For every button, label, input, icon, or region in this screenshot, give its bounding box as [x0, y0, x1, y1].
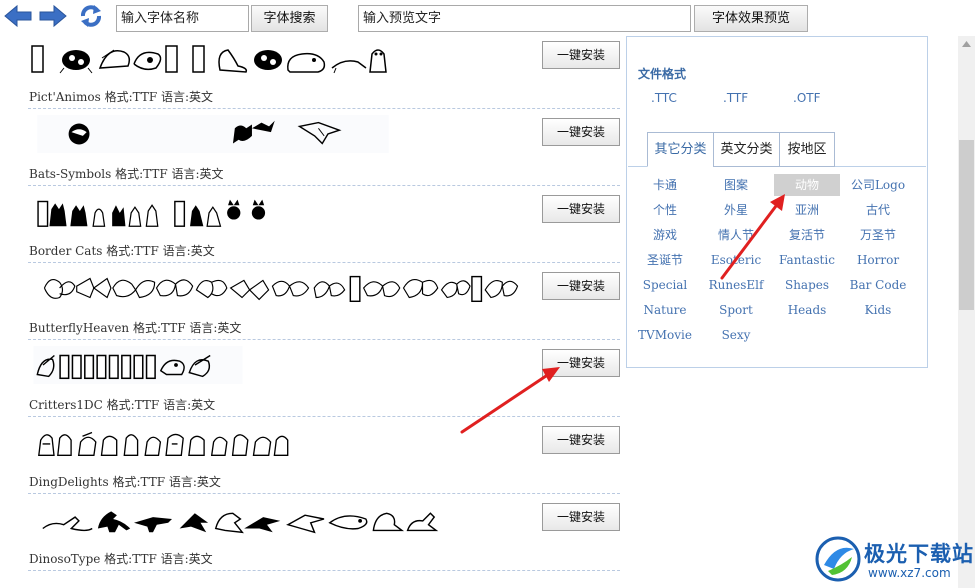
- tab-other-category[interactable]: 其它分类: [647, 132, 714, 167]
- font-name-input[interactable]: 输入字体名称: [116, 5, 249, 32]
- font-caption: ButterflyHeaven 格式:TTF 语言:英文: [29, 321, 242, 335]
- font-row: 一键安装 Critters1DC 格式:TTF 语言:英文: [28, 344, 620, 421]
- toolbar: 输入字体名称 字体搜索 输入预览文字 字体效果预览: [0, 0, 975, 36]
- font-preview-image: [42, 511, 439, 534]
- category-link[interactable]: 情人节: [703, 224, 769, 246]
- row-divider: [28, 493, 620, 494]
- chevron-up-icon: [962, 41, 971, 47]
- row-divider: [28, 570, 620, 571]
- font-row: 一键安装 Border Cats 格式:TTF 语言:英文: [28, 190, 620, 267]
- install-button[interactable]: 一键安装: [542, 195, 620, 223]
- font-row: 一键安装 Bats-Symbols 格式:TTF 语言:英文: [28, 113, 620, 190]
- category-link[interactable]: Sport: [703, 299, 769, 321]
- watermark-text: 极光下载站: [864, 542, 974, 566]
- install-button[interactable]: 一键安装: [542, 503, 620, 531]
- font-caption: Bats-Symbols 格式:TTF 语言:英文: [29, 167, 224, 181]
- category-link[interactable]: 复活节: [774, 224, 840, 246]
- category-link[interactable]: Heads: [774, 299, 840, 321]
- category-link[interactable]: 动物: [774, 174, 840, 196]
- font-preview-image: [31, 45, 387, 74]
- category-link[interactable]: Special: [632, 274, 698, 296]
- font-row: 一键安装 DinosoType 格式:TTF 语言:英文: [28, 498, 620, 575]
- row-divider: [28, 108, 620, 109]
- filter-panel: 文件格式 .TTC .TTF .OTF 其它分类 英文分类 按地区 卡通 图案 动物…: [626, 36, 928, 368]
- preview-text-input[interactable]: 输入预览文字: [358, 5, 691, 32]
- category-link[interactable]: Sexy: [703, 324, 769, 346]
- vertical-scrollbar[interactable]: [958, 36, 975, 588]
- category-link[interactable]: Shapes: [774, 274, 840, 296]
- refresh-button[interactable]: [76, 3, 106, 29]
- row-divider: [28, 185, 620, 186]
- category-link[interactable]: 图案: [703, 174, 769, 196]
- category-link[interactable]: Kids: [845, 299, 911, 321]
- font-caption: Pict'Animos 格式:TTF 语言:英文: [29, 90, 214, 104]
- tab-by-region[interactable]: 按地区: [779, 132, 835, 167]
- category-link[interactable]: 卡通: [632, 174, 698, 196]
- category-link[interactable]: 万圣节: [845, 224, 911, 246]
- font-row: 一键安装 ButterflyHeaven 格式:TTF 语言:英文: [28, 267, 620, 344]
- scroll-thumb[interactable]: [959, 140, 974, 310]
- forward-button[interactable]: [38, 3, 68, 29]
- format-link-ttf[interactable]: .TTF: [723, 91, 748, 105]
- font-caption: DinosoType 格式:TTF 语言:英文: [29, 552, 213, 566]
- font-preview-image: [33, 346, 243, 384]
- install-button[interactable]: 一键安装: [542, 41, 620, 69]
- row-divider: [28, 339, 620, 340]
- category-link[interactable]: 公司Logo: [845, 174, 911, 196]
- category-link[interactable]: 亚洲: [774, 199, 840, 221]
- category-link[interactable]: RunesElf: [703, 274, 769, 296]
- font-preview-image: [37, 115, 389, 153]
- category-link[interactable]: Nature: [632, 299, 698, 321]
- refresh-icon: [81, 5, 101, 27]
- install-button[interactable]: 一键安装: [542, 118, 620, 146]
- install-button[interactable]: 一键安装: [542, 272, 620, 300]
- font-preview-image: [37, 199, 266, 227]
- font-caption: Border Cats 格式:TTF 语言:英文: [29, 244, 215, 258]
- category-link[interactable]: 游戏: [632, 224, 698, 246]
- font-preview-image: [43, 275, 519, 303]
- arrow-right-icon: [39, 4, 67, 28]
- category-link[interactable]: Bar Code: [845, 274, 911, 296]
- category-link[interactable]: 外星: [703, 199, 769, 221]
- preview-effect-button[interactable]: 字体效果预览: [694, 5, 808, 32]
- category-link[interactable]: 古代: [845, 199, 911, 221]
- category-link[interactable]: Esoteric: [703, 249, 769, 271]
- arrow-left-icon: [4, 4, 32, 28]
- category-link[interactable]: Horror: [845, 249, 911, 271]
- install-button[interactable]: 一键安装: [542, 349, 620, 377]
- font-caption: Critters1DC 格式:TTF 语言:英文: [29, 398, 216, 412]
- font-row: 一键安装 DingDelights 格式:TTF 语言:英文: [28, 421, 620, 498]
- format-link-otf[interactable]: .OTF: [793, 91, 821, 105]
- category-link[interactable]: 圣诞节: [632, 249, 698, 271]
- format-title: 文件格式: [638, 67, 687, 81]
- category-link[interactable]: Fantastic: [774, 249, 840, 271]
- font-row: 一键安装 Pict'Animos 格式:TTF 语言:英文: [28, 36, 620, 113]
- row-divider: [28, 416, 620, 417]
- watermark-url: www.xz7.com: [868, 566, 951, 580]
- back-button[interactable]: [3, 3, 33, 29]
- format-link-ttc[interactable]: .TTC: [651, 91, 677, 105]
- category-link[interactable]: 个性: [632, 199, 698, 221]
- tab-english-category[interactable]: 英文分类: [713, 132, 780, 167]
- font-preview-image: [38, 431, 289, 456]
- site-watermark: 极光下载站 www.xz7.com: [812, 533, 974, 585]
- scroll-up-arrow[interactable]: [958, 36, 975, 52]
- watermark-logo-icon: [815, 536, 861, 582]
- row-divider: [28, 262, 620, 263]
- category-link[interactable]: TVMovie: [632, 324, 698, 346]
- install-button[interactable]: 一键安装: [542, 426, 620, 454]
- font-caption: DingDelights 格式:TTF 语言:英文: [29, 475, 221, 489]
- font-search-button[interactable]: 字体搜索: [251, 5, 328, 32]
- font-list: 一键安装 Pict'Animos 格式:TTF 语言:英文 一键安装 Bats-…: [28, 36, 620, 588]
